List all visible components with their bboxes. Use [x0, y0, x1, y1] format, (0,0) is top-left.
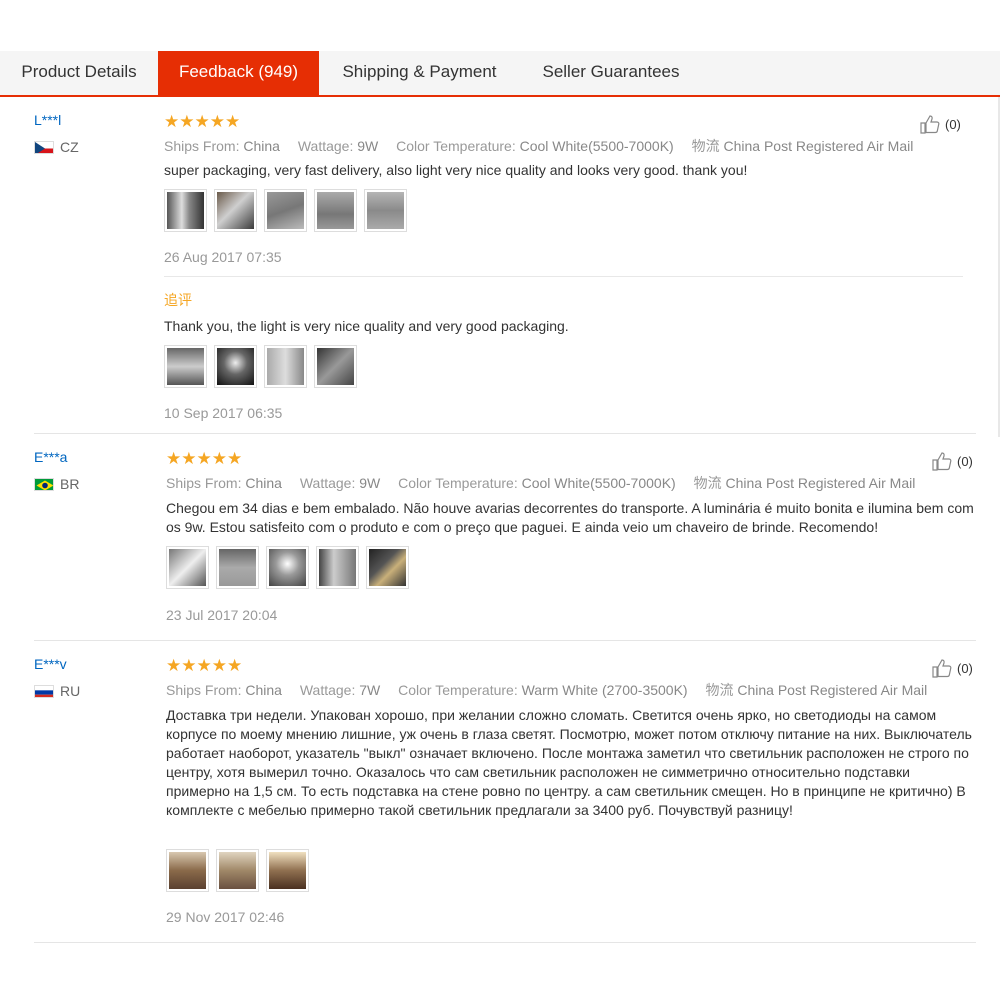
review-photo[interactable]: [366, 546, 409, 589]
reviewer-country: CZ: [34, 139, 79, 155]
review-item: E***v RU ★★★★★ (0) Ships From: China Wat…: [34, 656, 976, 943]
review-date: 23 Jul 2017 20:04: [166, 607, 278, 623]
attr-shipping: China Post Registered Air Mail: [737, 682, 928, 698]
order-attributes: Ships From: China Wattage: 9W Color Temp…: [166, 473, 929, 493]
attr-label: Ships From:: [164, 138, 240, 154]
attr-wattage: 9W: [359, 475, 381, 491]
tab-seller-guarantees[interactable]: Seller Guarantees: [520, 51, 702, 95]
attr-label: Ships From:: [166, 475, 242, 491]
attr-label: 物流: [705, 682, 734, 698]
review-photo[interactable]: [316, 546, 359, 589]
tab-shipping-payment[interactable]: Shipping & Payment: [319, 51, 520, 95]
review-photo[interactable]: [266, 546, 309, 589]
tab-feedback[interactable]: Feedback (949): [158, 51, 319, 95]
review-photo[interactable]: [216, 546, 259, 589]
review-photos: [164, 189, 407, 232]
rating-stars: ★★★★★: [166, 449, 243, 468]
review-photo[interactable]: [264, 345, 307, 388]
review-photo[interactable]: [166, 849, 209, 892]
attr-label: Color Temperature:: [398, 682, 518, 698]
review-photo[interactable]: [164, 189, 207, 232]
attr-color-temp: Cool White(5500-7000K): [519, 138, 674, 154]
reviewer-name[interactable]: E***v: [34, 656, 67, 672]
review-photo[interactable]: [214, 189, 257, 232]
review-item: E***a BR ★★★★★ (0) Ships From: China Wat…: [34, 449, 976, 641]
reviewer-name[interactable]: E***a: [34, 449, 67, 465]
attr-shipping: China Post Registered Air Mail: [725, 475, 916, 491]
order-attributes: Ships From: China Wattage: 9W Color Temp…: [164, 136, 927, 156]
review-photo[interactable]: [314, 189, 357, 232]
helpful-count: (0): [957, 660, 973, 676]
review-photo[interactable]: [164, 345, 207, 388]
flag-br-icon: [34, 477, 54, 491]
review-photo[interactable]: [214, 345, 257, 388]
thumbs-up-icon: [932, 659, 952, 678]
followup-date: 10 Sep 2017 06:35: [164, 405, 283, 421]
review-text: Доставка три недели. Упакован хорошо, пр…: [166, 707, 972, 818]
reviewer-country: BR: [34, 476, 79, 492]
review-photo[interactable]: [266, 849, 309, 892]
flag-cz-icon: [34, 140, 54, 154]
review-photo[interactable]: [364, 189, 407, 232]
attr-wattage: 7W: [359, 682, 381, 698]
attr-shipping: China Post Registered Air Mail: [723, 138, 914, 154]
review-photo[interactable]: [166, 546, 209, 589]
reviewer-country: RU: [34, 683, 80, 699]
rating-stars: ★★★★★: [166, 656, 243, 675]
helpful-button[interactable]: (0): [932, 658, 973, 678]
attr-wattage: 9W: [357, 138, 379, 154]
order-attributes: Ships From: China Wattage: 7W Color Temp…: [166, 680, 941, 700]
thumbs-up-icon: [932, 452, 952, 471]
followup-photos: [164, 345, 357, 388]
helpful-button[interactable]: (0): [920, 114, 961, 134]
country-code: BR: [60, 476, 80, 492]
attr-label: Color Temperature:: [396, 138, 516, 154]
review-photo[interactable]: [314, 345, 357, 388]
thumbs-up-icon: [920, 115, 940, 134]
attr-ships-from: China: [243, 138, 280, 154]
attr-label: Ships From:: [166, 682, 242, 698]
review-date: 29 Nov 2017 02:46: [166, 909, 285, 925]
review-text: Chegou em 34 dias e bem embalado. Não ho…: [166, 500, 974, 535]
review-item: L***l CZ ★★★★★ (0) Ships From: China Wat…: [34, 112, 976, 434]
attr-ships-from: China: [245, 475, 282, 491]
review-photo[interactable]: [216, 849, 259, 892]
tab-bar: Product Details Feedback (949) Shipping …: [0, 51, 1000, 97]
helpful-count: (0): [945, 116, 961, 132]
followup-text: Thank you, the light is very nice qualit…: [164, 318, 569, 334]
country-code: CZ: [60, 139, 79, 155]
attr-color-temp: Cool White(5500-7000K): [521, 475, 676, 491]
attr-label: Wattage:: [297, 138, 354, 154]
followup-divider: [164, 276, 963, 277]
helpful-button[interactable]: (0): [932, 451, 973, 471]
rating-stars: ★★★★★: [164, 112, 241, 131]
attr-label: Wattage:: [299, 682, 356, 698]
reviewer-name[interactable]: L***l: [34, 112, 61, 128]
flag-ru-icon: [34, 684, 54, 698]
attr-label: Color Temperature:: [398, 475, 518, 491]
attr-ships-from: China: [245, 682, 282, 698]
attr-color-temp: Warm White (2700-3500K): [521, 682, 688, 698]
attr-label: 物流: [691, 138, 720, 154]
attr-label: 物流: [693, 475, 722, 491]
review-photos: [166, 849, 309, 892]
review-date: 26 Aug 2017 07:35: [164, 249, 282, 265]
helpful-count: (0): [957, 453, 973, 469]
attr-label: Wattage:: [299, 475, 356, 491]
review-text: super packaging, very fast delivery, als…: [164, 162, 748, 178]
tab-product-details[interactable]: Product Details: [0, 51, 158, 95]
followup-label: 追评: [164, 292, 192, 308]
country-code: RU: [60, 683, 81, 699]
review-photo[interactable]: [264, 189, 307, 232]
review-photos: [166, 546, 409, 589]
